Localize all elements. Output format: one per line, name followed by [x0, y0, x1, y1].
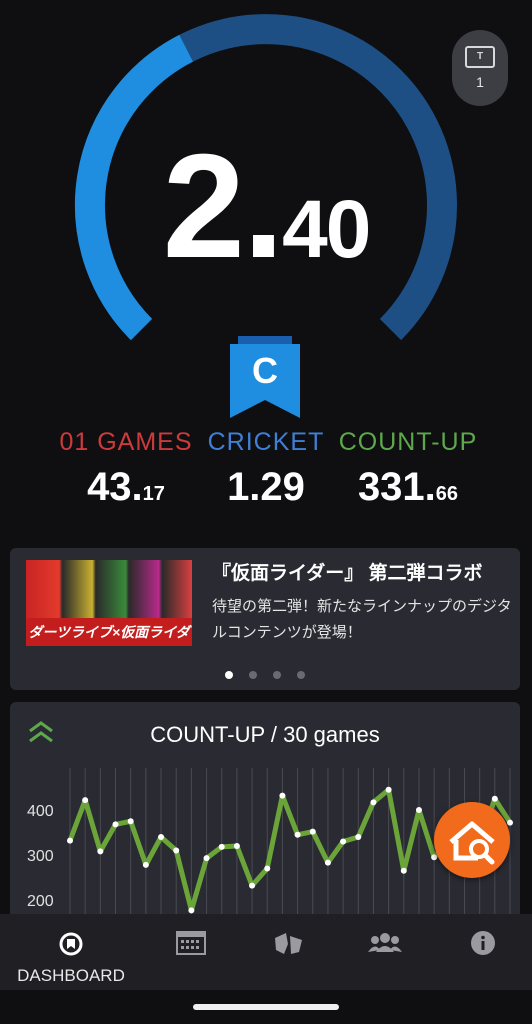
data-point — [309, 828, 316, 835]
data-point — [400, 867, 407, 874]
data-point — [385, 786, 392, 793]
data-point — [67, 837, 73, 844]
data-point — [233, 843, 240, 849]
home-search-button[interactable] — [434, 802, 510, 878]
chart-title: COUNT-UP / 30 games — [150, 722, 380, 747]
banner-image[interactable]: ダーツライブ×仮面ライダー — [26, 560, 192, 646]
data-point — [264, 865, 271, 872]
dashboard-icon — [59, 932, 83, 956]
data-point — [340, 838, 347, 845]
data-point — [188, 907, 195, 914]
friends-icon — [368, 933, 402, 952]
data-point — [218, 843, 225, 850]
data-point — [294, 831, 301, 838]
y-tick-label: 300 — [27, 848, 54, 865]
banner-pagination — [10, 666, 520, 684]
bottom-navigation: DASHBOARD — [0, 914, 532, 990]
ticket-button[interactable]: T 1 — [452, 30, 508, 106]
data-point — [279, 792, 286, 799]
rating-integer: 2 — [162, 124, 245, 289]
y-tick-label: 400 — [27, 803, 54, 820]
data-point — [370, 799, 377, 806]
info-icon — [471, 931, 495, 955]
nav-friends[interactable] — [332, 914, 438, 990]
pagination-dot[interactable] — [225, 671, 233, 679]
nav-darts[interactable] — [236, 914, 342, 990]
home-search-icon — [449, 821, 495, 865]
nav-dashboard[interactable]: DASHBOARD — [17, 914, 125, 990]
ticket-icon: T — [465, 46, 495, 68]
data-point — [142, 861, 149, 868]
news-banner[interactable]: ダーツライブ×仮面ライダー 『仮面ライダー』 第二弾コラボ 待望の第二弾！新たな… — [10, 548, 520, 690]
banner-description: 待望の第二弾！新たなラインナップのデジタルコンテンツが登場！ — [212, 598, 512, 641]
data-point — [415, 807, 422, 813]
nav-info[interactable] — [430, 914, 532, 990]
calendar-icon — [176, 931, 206, 955]
data-point — [491, 795, 498, 802]
stat-value: 331.66 — [357, 465, 459, 509]
nav-label: DASHBOARD — [17, 966, 125, 985]
nav-calendar[interactable] — [138, 914, 244, 990]
data-point — [173, 847, 180, 854]
stat-count-up[interactable]: COUNT-UP 331.66 — [323, 428, 493, 510]
pagination-dot[interactable] — [249, 671, 257, 679]
data-point — [324, 859, 331, 866]
class-letter: C — [252, 350, 278, 391]
rating-decimal: 40 — [282, 184, 371, 275]
darts-icon — [275, 933, 302, 954]
home-indicator[interactable] — [193, 1004, 339, 1010]
data-point — [158, 834, 165, 840]
data-point — [82, 797, 89, 804]
data-point — [127, 818, 134, 825]
data-point — [355, 834, 362, 840]
stat-label: COUNT-UP — [338, 428, 478, 456]
data-point — [97, 848, 104, 855]
stats-row: 01 GAMES 43.17 CRICKET 1.29 COUNT-UP 331… — [0, 428, 532, 510]
data-point — [249, 882, 256, 889]
pagination-dot[interactable] — [297, 671, 305, 679]
y-tick-label: 200 — [27, 893, 54, 910]
data-point — [112, 821, 119, 828]
pagination-dot[interactable] — [273, 671, 281, 679]
data-point — [203, 855, 210, 862]
banner-image-caption: ダーツライブ×仮面ライダー — [26, 618, 192, 646]
ticket-count: 1 — [476, 74, 484, 90]
rating-dot: . — [242, 124, 284, 289]
banner-title: 『仮面ライダー』 第二弾コラボ — [212, 563, 483, 584]
rating-value: 2.40 — [0, 132, 532, 305]
